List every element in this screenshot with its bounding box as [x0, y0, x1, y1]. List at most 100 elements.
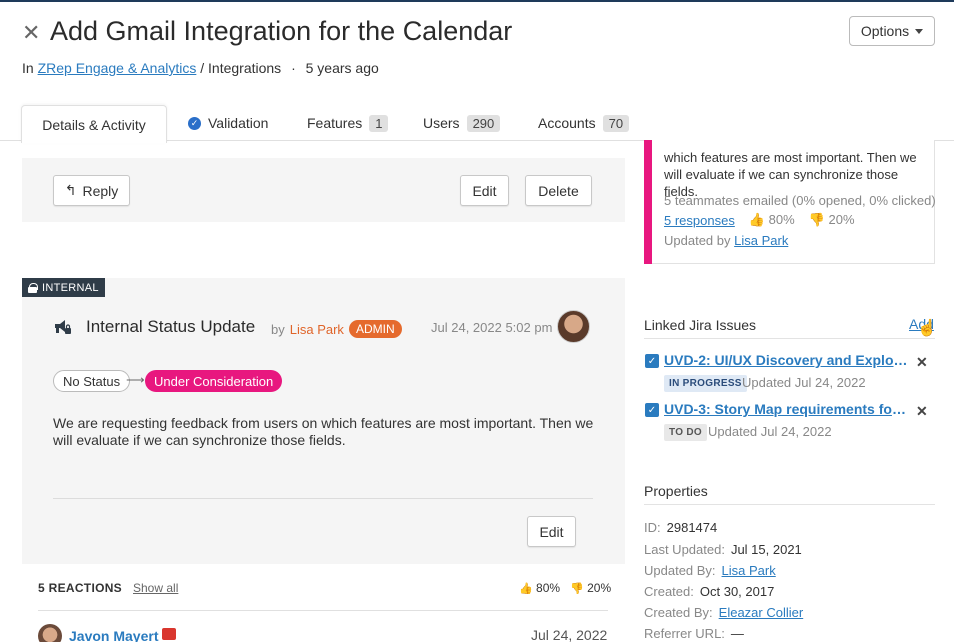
- breadcrumb-category: / Integrations: [200, 60, 282, 76]
- tab-count: 70: [602, 114, 630, 132]
- thumbs-down-stat: 👎 20%: [570, 581, 611, 595]
- internal-badge-label: INTERNAL: [42, 281, 99, 294]
- prop-label: Referrer URL:: [644, 626, 725, 641]
- lock-icon: [28, 282, 38, 293]
- prop-last-updated: Last Updated: Jul 15, 2021: [644, 542, 802, 557]
- tab-label: Validation: [208, 115, 269, 131]
- section-divider: [644, 338, 935, 339]
- thumbs-up-stat: 👍 80%: [519, 581, 560, 595]
- tab-label: Details & Activity: [42, 116, 146, 133]
- jira-updated: Updated Jul 24, 2022: [742, 375, 866, 390]
- reviewer-name[interactable]: Javon Mayert: [69, 628, 158, 642]
- avatar: [557, 310, 590, 343]
- tab-label: Accounts: [538, 115, 596, 131]
- prop-link[interactable]: Lisa Park: [722, 563, 776, 578]
- prop-value: —: [730, 626, 744, 641]
- prop-referrer-url: Referrer URL: —: [644, 626, 744, 641]
- thumbs-down-icon: 👎: [570, 583, 584, 595]
- reviewer-date: Jul 24, 2022: [531, 627, 608, 642]
- jira-section-heading: Linked Jira Issues: [644, 317, 757, 333]
- properties-heading: Properties: [644, 483, 708, 499]
- jira-status-badge: TO DO: [664, 424, 707, 441]
- tab-count: 290: [466, 114, 501, 132]
- reply-label: Reply: [82, 182, 119, 199]
- to-status-pill: Under Consideration: [145, 370, 283, 392]
- reply-button[interactable]: ↰ Reply: [53, 175, 130, 206]
- thumbs-up-icon: 👍: [519, 583, 533, 595]
- prop-created-by: Created By: Eleazar Collier: [644, 605, 803, 620]
- jira-updated: Updated Jul 24, 2022: [708, 424, 832, 439]
- post-byline: by Lisa Park ADMIN: [271, 320, 402, 338]
- thumbs-down-stat: 👎 20%: [809, 212, 855, 228]
- options-button[interactable]: Options: [849, 16, 935, 46]
- edit-label: Edit: [472, 182, 497, 199]
- jira-issue-link[interactable]: UVD-3: Story Map requirements for Gmail: [664, 401, 909, 417]
- remove-jira-icon[interactable]: ✕: [916, 354, 928, 371]
- post-author[interactable]: Lisa Park: [290, 322, 344, 337]
- edit-comment-button[interactable]: Edit: [460, 175, 509, 206]
- delete-comment-button[interactable]: Delete: [525, 175, 592, 206]
- prop-label: Updated By:: [644, 563, 716, 578]
- caret-down-icon: [915, 28, 924, 34]
- edit-label: Edit: [539, 523, 564, 540]
- tab-details-activity[interactable]: Details & Activity: [21, 105, 167, 143]
- jira-issue-link[interactable]: UVD-2: UI/UX Discovery and Exploration: [664, 352, 909, 368]
- tab-accounts[interactable]: Accounts 70: [538, 105, 630, 141]
- responses-link[interactable]: 5 responses: [664, 213, 735, 228]
- card-divider: [53, 498, 593, 499]
- prop-label: Last Updated:: [644, 542, 725, 557]
- prop-label: ID:: [644, 520, 661, 535]
- thumbs-up-stat: 👍 80%: [749, 212, 795, 228]
- post-date: Jul 24, 2022 5:02 pm: [431, 320, 553, 335]
- page-title: Add Gmail Integration for the Calendar: [50, 16, 513, 46]
- prop-value: Oct 30, 2017: [699, 584, 775, 599]
- jira-status-badge: IN PROGRESS: [664, 375, 747, 392]
- reply-icon: ↰: [64, 182, 77, 198]
- thumbs-down-pct: 20%: [587, 581, 612, 595]
- jira-checkbox-icon[interactable]: ✓: [645, 403, 659, 417]
- tab-count: 1: [369, 114, 389, 132]
- by-label: by: [271, 321, 285, 337]
- show-all-reactions-link[interactable]: Show all: [133, 581, 178, 595]
- edit-post-button[interactable]: Edit: [527, 516, 576, 547]
- admin-badge: ADMIN: [348, 320, 402, 338]
- tab-label: Features: [307, 115, 363, 131]
- prop-created: Created: Oct 30, 2017: [644, 584, 774, 599]
- post-title: Internal Status Update: [86, 317, 256, 336]
- window-top-border: [0, 0, 954, 2]
- thumbs-up-pct: 80%: [536, 581, 561, 595]
- tab-features[interactable]: Features 1: [307, 105, 389, 141]
- status-color-stripe: [644, 140, 652, 264]
- reaction-stats: 👍 80% 👎 20%: [519, 581, 611, 595]
- updated-by-link[interactable]: Lisa Park: [734, 233, 788, 248]
- reactions-divider: [38, 610, 608, 611]
- tab-users[interactable]: Users 290: [423, 105, 501, 141]
- prop-value: Jul 15, 2021: [730, 542, 802, 557]
- emailed-stats: 5 teammates emailed (0% opened, 0% click…: [664, 193, 936, 208]
- prop-updated-by: Updated By: Lisa Park: [644, 563, 776, 578]
- thumbs-up-icon: 👍: [748, 212, 766, 227]
- tab-label: Users: [423, 115, 460, 131]
- breadcrumb-separator: ·: [291, 60, 296, 76]
- tab-validation[interactable]: ✓ Validation: [188, 105, 268, 141]
- breadcrumb-product-link[interactable]: ZRep Engage & Analytics: [38, 60, 197, 76]
- prop-label: Created By:: [644, 605, 713, 620]
- thumbs-down-pct: 20%: [828, 212, 855, 227]
- prop-id: ID: 2981474: [644, 520, 717, 535]
- thumbs-down-icon: [162, 628, 176, 640]
- from-status-pill: No Status: [53, 370, 131, 392]
- check-circle-icon: ✓: [188, 116, 201, 130]
- delete-label: Delete: [538, 182, 579, 199]
- updated-by-prefix: Updated by: [664, 233, 731, 248]
- reactions-count: 5 REACTIONS: [38, 581, 122, 595]
- remove-jira-icon[interactable]: ✕: [916, 403, 928, 420]
- prop-link[interactable]: Eleazar Collier: [719, 605, 804, 620]
- pointer-cursor-icon: ☝: [917, 320, 937, 337]
- close-icon[interactable]: ✕: [22, 20, 40, 46]
- jira-checkbox-icon[interactable]: ✓: [645, 354, 659, 368]
- breadcrumb: In ZRep Engage & Analytics / Integration…: [22, 60, 379, 76]
- avatar: [38, 624, 62, 642]
- thumbs-up-pct: 80%: [768, 212, 795, 227]
- prop-label: Created:: [644, 584, 694, 599]
- updated-by-line: Updated by Lisa Park: [664, 233, 788, 248]
